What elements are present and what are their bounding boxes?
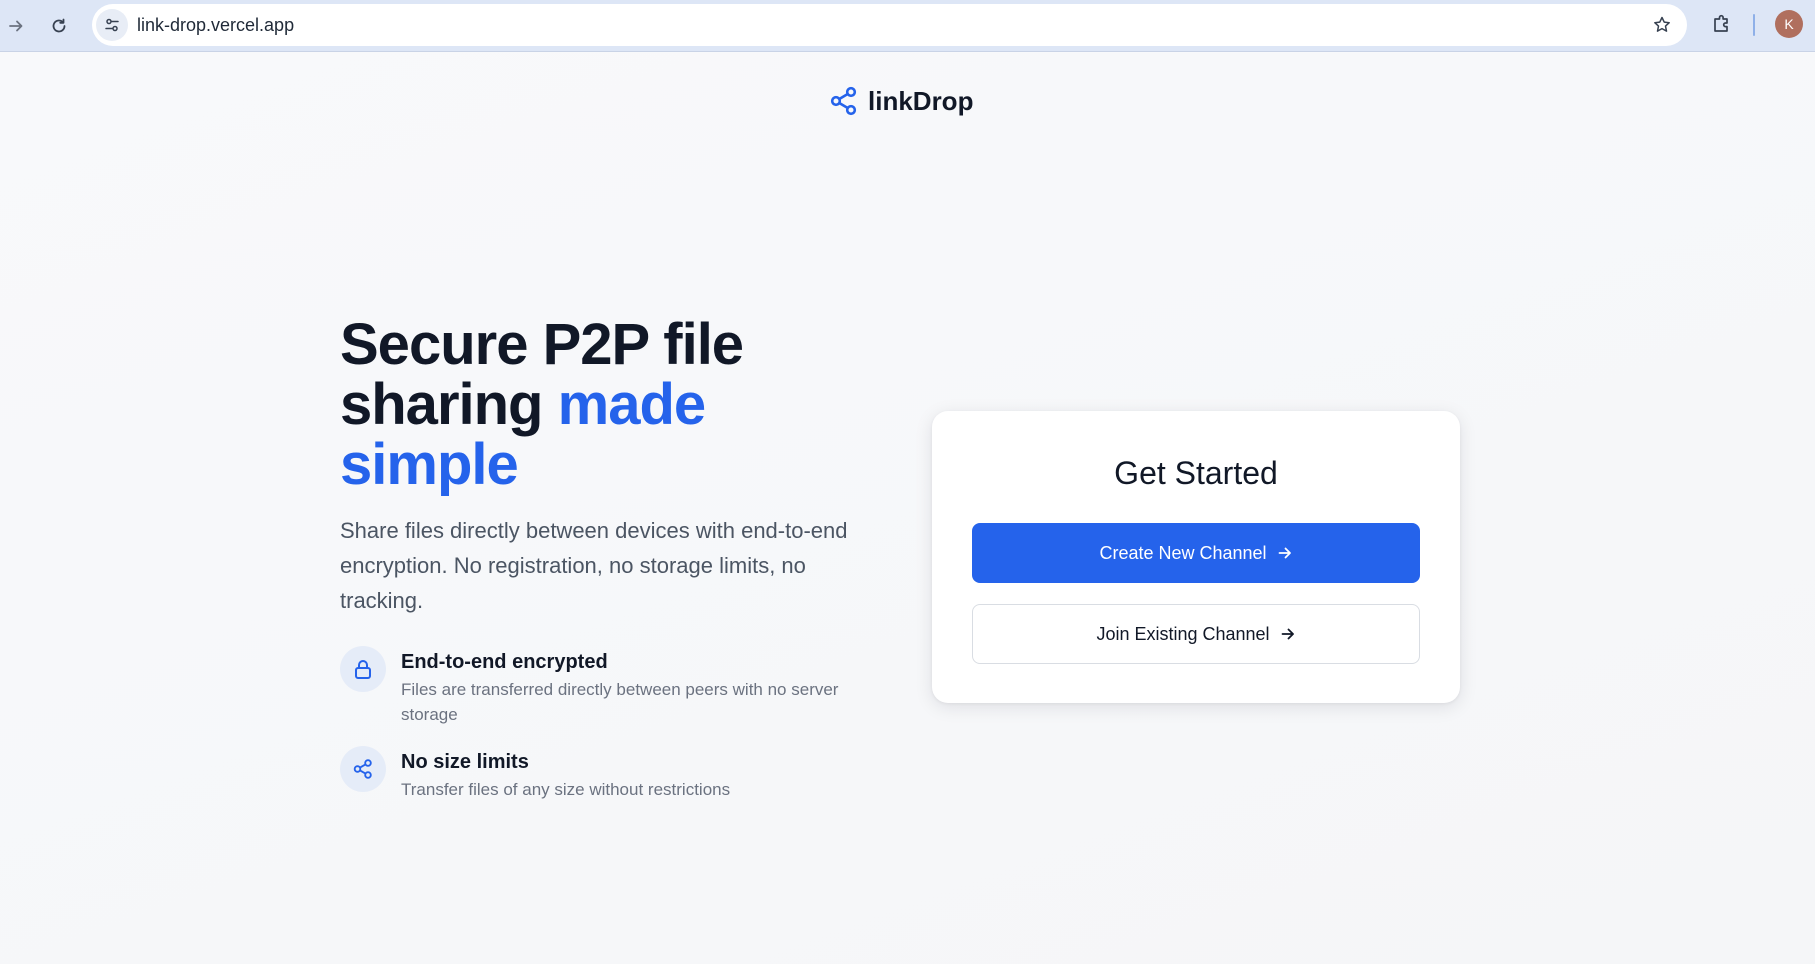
- feature-description: Transfer files of any size without restr…: [401, 780, 731, 799]
- brand-logo[interactable]: linkDrop: [830, 83, 973, 119]
- toolbar-separator: [1753, 14, 1755, 36]
- bookmark-star-button[interactable]: [1651, 14, 1673, 36]
- create-channel-label: Create New Channel: [1099, 542, 1267, 563]
- puzzle-icon: [1714, 14, 1728, 32]
- brand-name: linkDrop: [868, 85, 974, 116]
- url-text[interactable]: link-drop.vercel.app: [137, 15, 294, 36]
- get-started-card: Get Started Create New Channel Join Exis…: [932, 411, 1460, 703]
- arrow-right-icon: [1281, 628, 1294, 640]
- create-channel-button[interactable]: Create New Channel: [972, 523, 1420, 583]
- feature-item-encryption: End-to-end encrypted Files are transferr…: [340, 646, 861, 727]
- feature-title: End-to-end encrypted: [401, 651, 608, 673]
- extensions-button[interactable]: [1708, 10, 1736, 38]
- feature-text: No size limits Transfer files of any siz…: [401, 746, 861, 802]
- site-info-button[interactable]: [96, 9, 128, 41]
- star-icon: [1654, 16, 1670, 32]
- feature-icon-badge: [340, 646, 386, 692]
- hero-subtext: Share files directly between devices wit…: [340, 518, 848, 613]
- join-channel-button[interactable]: Join Existing Channel: [972, 604, 1420, 664]
- address-bar[interactable]: link-drop.vercel.app: [92, 4, 1687, 46]
- arrow-right-icon: [9, 20, 23, 32]
- feature-item-size: No size limits Transfer files of any siz…: [340, 746, 861, 802]
- join-channel-label: Join Existing Channel: [1096, 623, 1270, 644]
- hero-headline: Secure P2P file sharing made simple: [340, 315, 880, 495]
- reload-button[interactable]: [43, 10, 75, 42]
- hero-section: Secure P2P file sharing made simple Shar…: [340, 315, 880, 618]
- feature-icon-badge: [340, 746, 386, 792]
- feature-description: Files are transferred directly between p…: [401, 680, 839, 724]
- share-nodes-icon: [353, 759, 372, 779]
- lock-icon: [355, 660, 371, 679]
- tune-icon: [105, 18, 119, 32]
- card-title: Get Started: [1114, 455, 1278, 491]
- arrow-right-icon: [1278, 547, 1291, 559]
- forward-button[interactable]: [0, 10, 32, 42]
- profile-avatar[interactable]: K: [1775, 10, 1803, 38]
- feature-title: No size limits: [401, 751, 529, 773]
- browser-toolbar: link-drop.vercel.app K: [0, 0, 1815, 52]
- share-nodes-icon: [830, 86, 857, 116]
- reload-icon: [52, 18, 66, 33]
- feature-text: End-to-end encrypted Files are transferr…: [401, 646, 861, 727]
- page-content: linkDrop Secure P2P file sharing made si…: [0, 53, 1815, 964]
